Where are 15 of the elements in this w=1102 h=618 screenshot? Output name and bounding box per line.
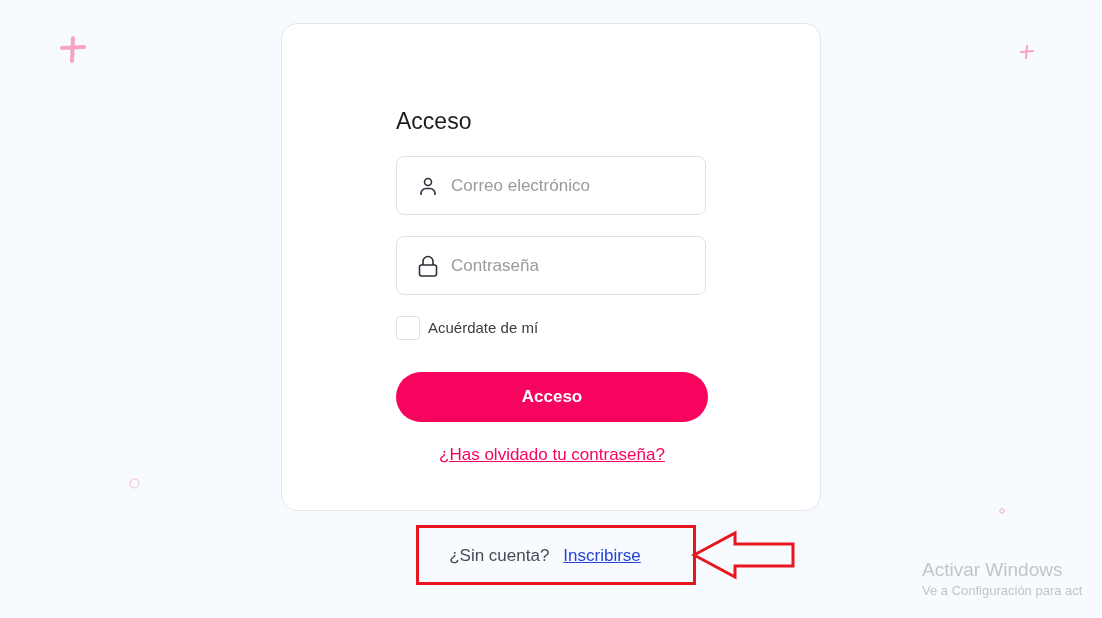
login-title: Acceso (396, 107, 472, 136)
remember-checkbox[interactable] (396, 316, 420, 340)
email-field[interactable]: Correo electrónico (396, 156, 706, 215)
password-field[interactable]: Contraseña (396, 236, 706, 295)
plus-sparkle-icon (1020, 45, 1034, 59)
lock-icon (418, 254, 438, 277)
circle-sparkle-icon (999, 508, 1005, 514)
user-icon (418, 175, 438, 196)
login-button[interactable]: Acceso (396, 372, 708, 422)
no-account-text: ¿Sin cuenta? (449, 544, 550, 567)
remember-label: Acuérdate de mí (428, 317, 539, 338)
circle-sparkle-icon (129, 478, 140, 489)
forgot-password-link[interactable]: ¿Has olvidado tu contraseña? (439, 442, 665, 468)
signup-link[interactable]: Inscribirse (563, 542, 641, 569)
plus-sparkle-icon (59, 36, 87, 64)
